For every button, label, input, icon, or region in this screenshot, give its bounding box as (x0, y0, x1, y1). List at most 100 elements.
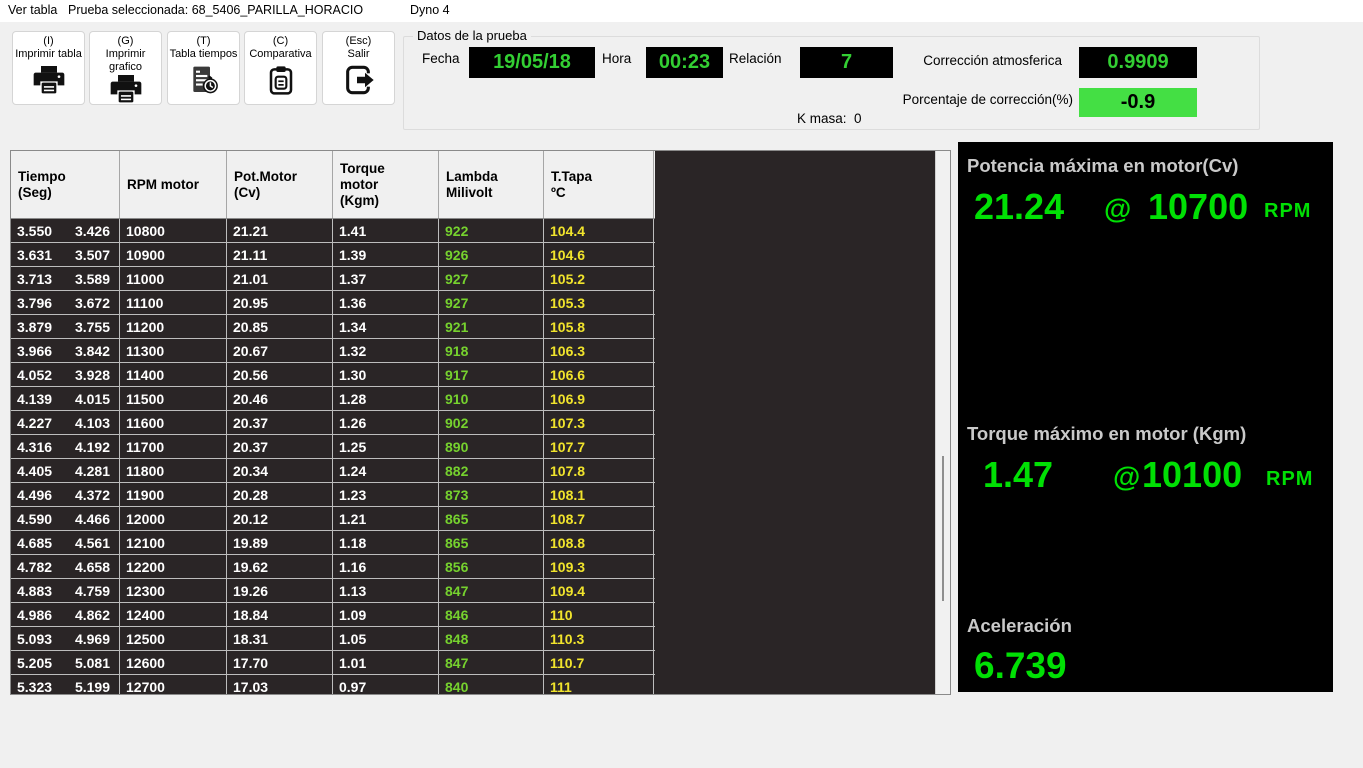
table-row[interactable]: 5.0934.9691250018.311.05848110.3 (11, 627, 655, 651)
cell-ttapa: 106.9 (544, 387, 654, 410)
cell-tiempo: 4.9864.862 (11, 603, 120, 626)
tiempo-parcial: 3.755 (75, 319, 110, 335)
table-row[interactable]: 4.4054.2811180020.341.24882107.8 (11, 459, 655, 483)
cell-potencia: 20.12 (227, 507, 333, 530)
print-graph-button[interactable]: (G) Imprimir grafico (89, 31, 162, 105)
cell-tiempo: 5.3235.199 (11, 675, 120, 695)
table-row[interactable]: 3.6313.5071090021.111.39926104.6 (11, 243, 655, 267)
table-row[interactable]: 5.3235.1991270017.030.97840111 (11, 675, 655, 695)
exit-icon (343, 64, 375, 101)
cell-rpm: 12700 (120, 675, 227, 695)
tiempo-parcial: 4.561 (75, 535, 110, 551)
data-grid: Tiempo (Seg) RPM motor Pot.Motor (Cv) To… (10, 150, 951, 695)
tiempo-total: 3.550 (17, 223, 52, 239)
table-row[interactable]: 4.3164.1921170020.371.25890107.7 (11, 435, 655, 459)
cell-tiempo: 4.7824.658 (11, 555, 120, 578)
table-row[interactable]: 4.5904.4661200020.121.21865108.7 (11, 507, 655, 531)
cell-torque: 1.41 (333, 219, 439, 242)
tiempo-total: 3.879 (17, 319, 52, 335)
cell-lambda: 902 (439, 411, 544, 434)
table-header-row: Tiempo (Seg) RPM motor Pot.Motor (Cv) To… (11, 151, 655, 219)
table-row[interactable]: 4.8834.7591230019.261.13847109.4 (11, 579, 655, 603)
cell-potencia: 19.26 (227, 579, 333, 602)
menu-item-ver-tabla[interactable]: Ver tabla (8, 3, 57, 17)
cell-tiempo: 4.3164.192 (11, 435, 120, 458)
table-row[interactable]: 3.8793.7551120020.851.34921105.8 (11, 315, 655, 339)
cell-lambda: 890 (439, 435, 544, 458)
cell-torque: 1.09 (333, 603, 439, 626)
hora-label: Hora (602, 51, 631, 66)
acceleration-value: 6.739 (974, 645, 1067, 687)
scrollbar-thumb[interactable] (942, 456, 944, 601)
rpm-unit-label: RPM (1264, 200, 1311, 223)
print-table-button[interactable]: (I) Imprimir tabla (12, 31, 85, 105)
cell-ttapa: 108.7 (544, 507, 654, 530)
cell-rpm: 12300 (120, 579, 227, 602)
cell-rpm: 10900 (120, 243, 227, 266)
tiempo-parcial: 3.589 (75, 271, 110, 287)
table-row[interactable]: 4.6854.5611210019.891.18865108.8 (11, 531, 655, 555)
cell-potencia: 20.85 (227, 315, 333, 338)
cell-lambda: 922 (439, 219, 544, 242)
table-row[interactable]: 4.1394.0151150020.461.28910106.9 (11, 387, 655, 411)
table-row[interactable]: 4.7824.6581220019.621.16856109.3 (11, 555, 655, 579)
menu-bar: Ver tabla Prueba seleccionada: 68_5406_P… (0, 0, 1363, 22)
header-potencia: Pot.Motor (Cv) (227, 151, 333, 218)
correccion-display: 0.9909 (1079, 47, 1197, 78)
max-torque-title: Torque máximo en motor (Kgm) (967, 423, 1246, 445)
cell-lambda: 840 (439, 675, 544, 695)
cell-potencia: 18.84 (227, 603, 333, 626)
cell-rpm: 11800 (120, 459, 227, 482)
table-row[interactable]: 4.0523.9281140020.561.30917106.6 (11, 363, 655, 387)
cell-ttapa: 104.6 (544, 243, 654, 266)
cell-tiempo: 4.5904.466 (11, 507, 120, 530)
table-row[interactable]: 4.2274.1031160020.371.26902107.3 (11, 411, 655, 435)
cell-ttapa: 107.7 (544, 435, 654, 458)
cell-lambda: 847 (439, 651, 544, 674)
cell-potencia: 20.28 (227, 483, 333, 506)
cell-tiempo: 5.0934.969 (11, 627, 120, 650)
table-row[interactable]: 3.7963.6721110020.951.36927105.3 (11, 291, 655, 315)
tiempo-total: 4.227 (17, 415, 52, 431)
cell-torque: 1.25 (333, 435, 439, 458)
cell-potencia: 17.70 (227, 651, 333, 674)
cell-ttapa: 105.3 (544, 291, 654, 314)
cell-rpm: 12000 (120, 507, 227, 530)
vertical-scrollbar[interactable] (935, 151, 950, 694)
cell-tiempo: 3.9663.842 (11, 339, 120, 362)
max-torque-value: 1.47 (983, 454, 1053, 496)
header-tiempo: Tiempo (Seg) (11, 151, 120, 218)
table-row[interactable]: 4.4964.3721190020.281.23873108.1 (11, 483, 655, 507)
table-row[interactable]: 3.9663.8421130020.671.32918106.3 (11, 339, 655, 363)
comparative-button[interactable]: (C) Comparativa (244, 31, 317, 105)
dyno-label: Dyno 4 (410, 3, 450, 17)
button-shortcut: (C) (273, 35, 288, 48)
cell-torque: 1.18 (333, 531, 439, 554)
time-table-button[interactable]: (T) Tabla tiempos (167, 31, 240, 105)
cell-lambda: 865 (439, 531, 544, 554)
cell-lambda: 846 (439, 603, 544, 626)
exit-button[interactable]: (Esc) Salir (322, 31, 395, 105)
tiempo-parcial: 4.192 (75, 439, 110, 455)
cell-tiempo: 4.4054.281 (11, 459, 120, 482)
table-row[interactable]: 3.5503.4261080021.211.41922104.4 (11, 219, 655, 243)
cell-lambda: 847 (439, 579, 544, 602)
at-symbol: @ (1113, 461, 1140, 493)
table-row[interactable]: 3.7133.5891100021.011.37927105.2 (11, 267, 655, 291)
cell-rpm: 12500 (120, 627, 227, 650)
tiempo-total: 5.205 (17, 655, 52, 671)
button-shortcut: (Esc) (346, 35, 372, 48)
cell-rpm: 11300 (120, 339, 227, 362)
button-shortcut: (T) (196, 35, 210, 48)
cell-torque: 1.13 (333, 579, 439, 602)
cell-torque: 1.32 (333, 339, 439, 362)
hora-display: 00:23 (646, 47, 723, 78)
tiempo-total: 4.405 (17, 463, 52, 479)
cell-tiempo: 5.2055.081 (11, 651, 120, 674)
cell-torque: 1.01 (333, 651, 439, 674)
table-row[interactable]: 5.2055.0811260017.701.01847110.7 (11, 651, 655, 675)
cell-torque: 1.26 (333, 411, 439, 434)
table-row[interactable]: 4.9864.8621240018.841.09846110 (11, 603, 655, 627)
tiempo-parcial: 4.466 (75, 511, 110, 527)
cell-rpm: 11400 (120, 363, 227, 386)
